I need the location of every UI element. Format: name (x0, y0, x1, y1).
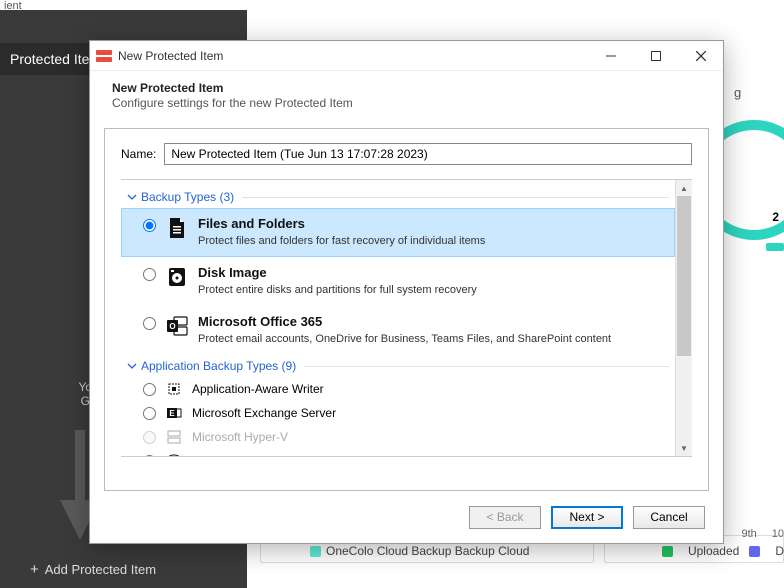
option-exchange[interactable]: E Microsoft Exchange Server (121, 401, 675, 425)
exchange-icon: E (166, 405, 182, 421)
option-label: Microsoft Exchange Server (192, 406, 336, 420)
header-subtitle: Configure settings for the new Protected… (112, 96, 701, 110)
header-title: New Protected Item (112, 81, 701, 95)
dialog-footer: < Back Next > Cancel (90, 491, 723, 543)
next-button[interactable]: Next > (551, 506, 623, 529)
legend-color-blue (749, 546, 760, 557)
minimize-icon (606, 51, 616, 61)
dialog-content: Name: Backup Types (3) Files and Folders (104, 128, 709, 491)
bg-right-label: g (734, 85, 784, 100)
chevron-down-icon (127, 192, 137, 202)
file-icon (166, 217, 188, 239)
hyperv-icon (166, 429, 182, 445)
option-title: Disk Image (198, 265, 477, 280)
svg-text:O: O (169, 322, 175, 331)
option-office-365[interactable]: O Microsoft Office 365 Protect email acc… (121, 306, 675, 355)
legend-color-teal (310, 546, 321, 557)
option-disk-image[interactable]: Disk Image Protect entire disks and part… (121, 257, 675, 306)
new-protected-item-dialog: New Protected Item New Protected Item Co… (89, 40, 724, 544)
radio-sqlserver[interactable] (143, 455, 156, 457)
types-list: Backup Types (3) Files and Folders Prote… (121, 180, 675, 456)
name-input[interactable] (164, 143, 692, 165)
option-sqlserver[interactable]: Microsoft SQL Server (121, 449, 675, 456)
legend-text-2b: D (775, 544, 784, 558)
office365-icon: O (166, 315, 188, 337)
titlebar: New Protected Item (90, 41, 723, 71)
scrollbar[interactable]: ▲ ▼ (675, 180, 692, 456)
maximize-icon (651, 51, 661, 61)
section-backup-types[interactable]: Backup Types (3) (121, 186, 675, 208)
bg-legend-item-2: Uploaded D (662, 544, 784, 558)
option-desc: Protect files and folders for fast recov… (198, 235, 485, 247)
option-title: Microsoft Office 365 (198, 314, 611, 329)
database-icon (166, 453, 182, 456)
cancel-button[interactable]: Cancel (633, 506, 705, 529)
option-hyperv: Microsoft Hyper-V (121, 425, 675, 449)
radio-app-aware[interactable] (143, 383, 156, 396)
svg-text:E: E (169, 409, 175, 418)
section-label-1: Backup Types (3) (141, 190, 234, 204)
maximize-button[interactable] (633, 41, 678, 70)
bg-teal-block (766, 243, 784, 251)
back-button: < Back (469, 506, 541, 529)
option-label: Microsoft Hyper-V (192, 430, 288, 444)
option-app-aware[interactable]: Application-Aware Writer (121, 377, 675, 401)
legend-text-2a: Uploaded (688, 544, 739, 558)
dialog-header: New Protected Item Configure settings fo… (90, 71, 723, 128)
option-files-folders[interactable]: Files and Folders Protect files and fold… (121, 208, 675, 257)
option-text: Files and Folders Protect files and fold… (198, 216, 485, 249)
minimize-button[interactable] (588, 41, 633, 70)
option-text: Microsoft Office 365 Protect email accou… (198, 314, 611, 347)
bg-legend-item-1: OneColo Cloud Backup Backup Cloud (310, 544, 529, 558)
section-divider (304, 366, 669, 367)
option-title: Files and Folders (198, 216, 485, 231)
option-text: Disk Image Protect entire disks and part… (198, 265, 477, 298)
legend-text-1: OneColo Cloud Backup Backup Cloud (326, 544, 529, 558)
option-desc: Protect entire disks and partitions for … (198, 284, 477, 296)
radio-disk-image[interactable] (143, 268, 156, 281)
radio-hyperv (143, 431, 156, 444)
option-desc: Protect email accounts, OneDrive for Bus… (198, 333, 611, 345)
disk-icon (166, 266, 188, 288)
legend-color-green (662, 546, 673, 557)
bg-window-tab: ient (0, 0, 784, 10)
types-container: Backup Types (3) Files and Folders Prote… (121, 179, 692, 457)
radio-files-folders[interactable] (143, 219, 156, 232)
bg-chart-axis: 9th 10 (741, 528, 784, 540)
radio-exchange[interactable] (143, 407, 156, 420)
close-icon (696, 51, 706, 61)
axis-tick-2: 10 (772, 528, 784, 540)
option-label: Microsoft SQL Server (192, 454, 306, 456)
section-divider (242, 197, 669, 198)
option-label: Application-Aware Writer (192, 382, 324, 396)
section-label-2: Application Backup Types (9) (141, 359, 296, 373)
dialog-title: New Protected Item (118, 49, 588, 63)
app-icon (96, 50, 112, 62)
app-aware-icon (166, 381, 182, 397)
scroll-down-icon[interactable]: ▼ (676, 440, 692, 456)
section-app-backup-types[interactable]: Application Backup Types (9) (121, 355, 675, 377)
radio-office-365[interactable] (143, 317, 156, 330)
bg-donut-value: 2 (772, 210, 779, 224)
close-button[interactable] (678, 41, 723, 70)
chevron-down-icon (127, 361, 137, 371)
scroll-up-icon[interactable]: ▲ (676, 180, 692, 196)
name-row: Name: (121, 143, 692, 165)
scroll-thumb[interactable] (677, 196, 691, 356)
axis-tick-1: 9th (741, 528, 756, 540)
name-label: Name: (121, 147, 156, 161)
add-protected-item-button[interactable]: Add Protected Item (30, 561, 156, 578)
